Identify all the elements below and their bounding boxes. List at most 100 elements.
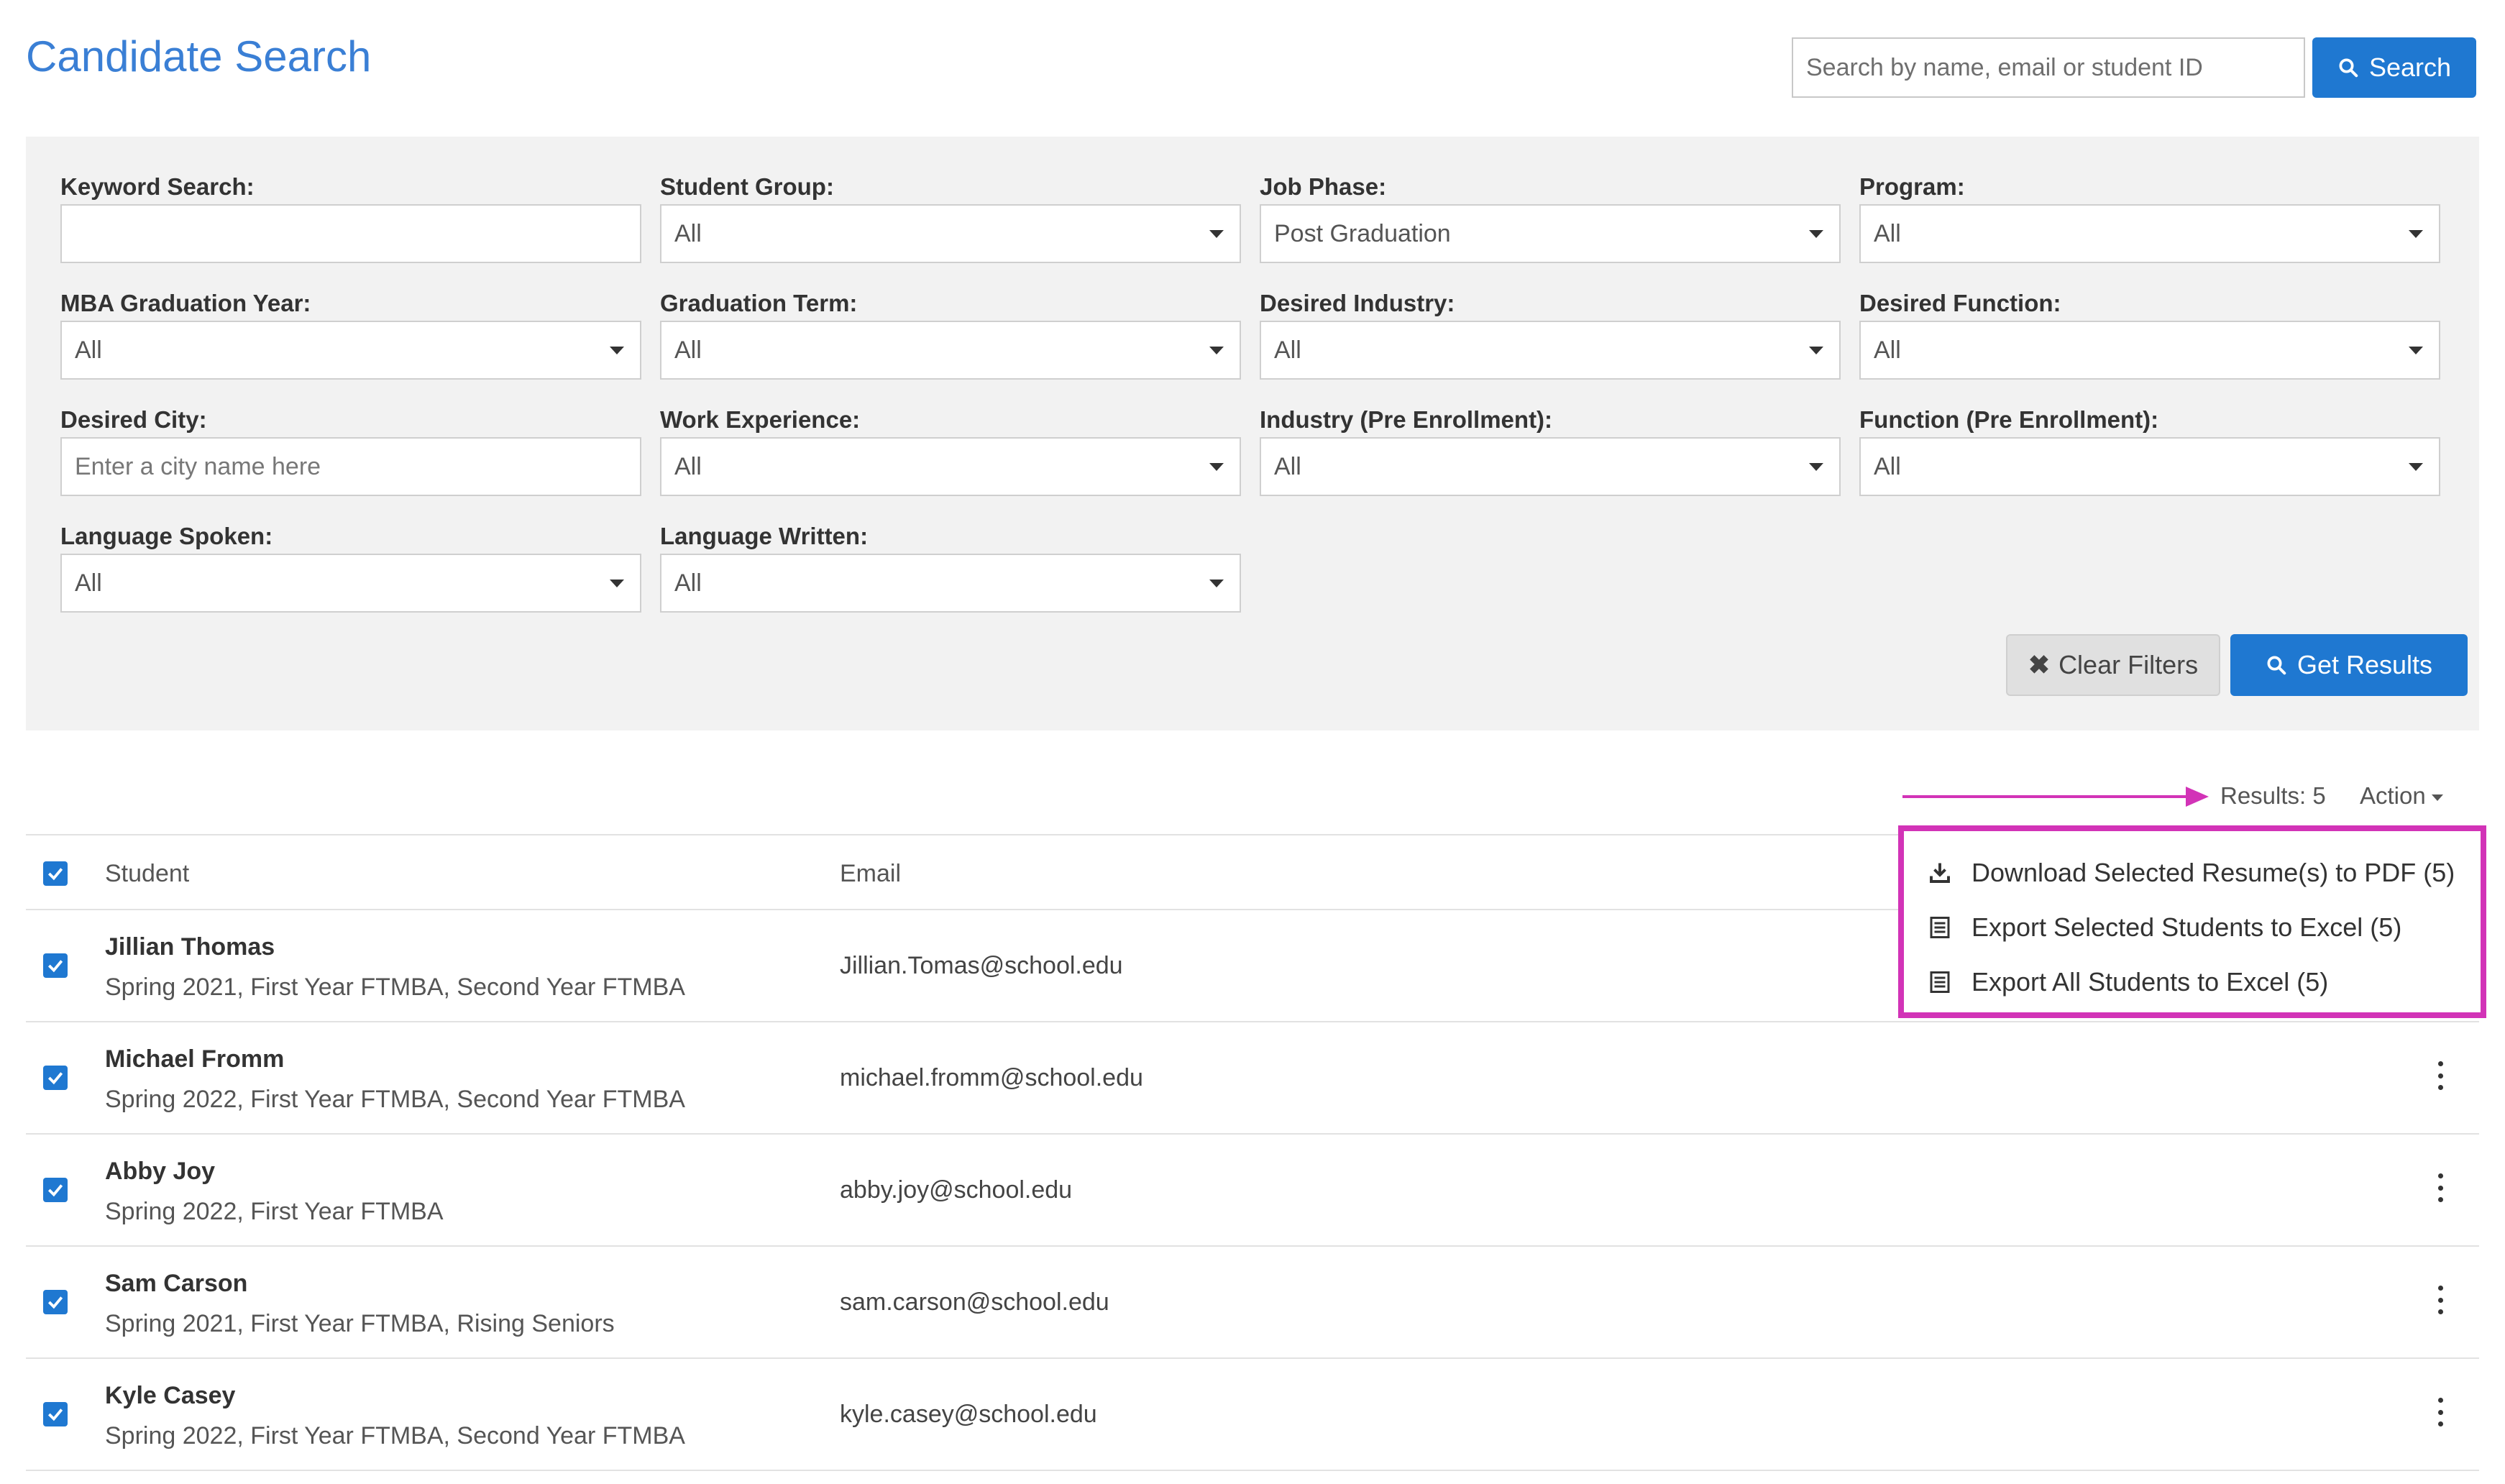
student-name[interactable]: Abby Joy (105, 1158, 215, 1186)
desired-city-placeholder: Enter a city name here (75, 452, 321, 480)
row-checkbox[interactable] (43, 1402, 68, 1426)
student-details: Spring 2022, First Year FTMBA, Second Ye… (105, 1422, 685, 1449)
more-options-icon[interactable] (2436, 1286, 2445, 1314)
chevron-down-icon (1809, 347, 1823, 354)
student-group-select[interactable]: All (660, 204, 1241, 263)
desired-city-label: Desired City: (60, 406, 207, 433)
export-selected-excel-item[interactable]: Export Selected Students to Excel (5) (1927, 906, 2401, 949)
row-checkbox[interactable] (43, 953, 68, 978)
chevron-down-icon (2409, 230, 2423, 238)
language-written-select[interactable]: All (660, 554, 1241, 613)
chevron-down-icon (1809, 463, 1823, 471)
industry-pre-field: Industry (Pre Enrollment): All (1260, 403, 1841, 496)
search-icon (2339, 58, 2358, 78)
download-resumes-pdf-item[interactable]: Download Selected Resume(s) to PDF (5) (1927, 851, 2455, 894)
filters-panel: Keyword Search: Student Group: All Job P… (26, 137, 2479, 730)
chevron-down-icon (1809, 230, 1823, 238)
clear-filters-button[interactable]: ✖ Clear Filters (2006, 634, 2220, 696)
language-spoken-value: All (75, 569, 102, 597)
industry-pre-label: Industry (Pre Enrollment): (1260, 406, 1553, 433)
desired-industry-label: Desired Industry: (1260, 290, 1455, 316)
top-search-input[interactable]: Search by name, email or student ID (1792, 37, 2305, 98)
student-name[interactable]: Jillian Thomas (105, 933, 275, 961)
table-row: Kyle Casey Spring 2022, First Year FTMBA… (26, 1359, 2479, 1471)
language-spoken-field: Language Spoken: All (60, 519, 641, 613)
spreadsheet-icon (1930, 917, 1950, 938)
row-checkbox[interactable] (43, 1290, 68, 1314)
language-written-label: Language Written: (660, 523, 869, 549)
clear-filters-label: Clear Filters (2059, 650, 2199, 679)
chevron-down-icon (1209, 347, 1224, 354)
industry-pre-select[interactable]: All (1260, 437, 1841, 496)
more-options-icon[interactable] (2436, 1173, 2445, 1202)
student-name[interactable]: Sam Carson (105, 1270, 247, 1298)
desired-city-input[interactable]: Enter a city name here (60, 437, 641, 496)
check-icon (47, 1184, 63, 1197)
more-options-icon[interactable] (2436, 1398, 2445, 1426)
program-value: All (1874, 219, 1901, 247)
grad-term-value: All (674, 336, 702, 364)
job-phase-field: Job Phase: Post Graduation (1260, 170, 1841, 263)
program-label: Program: (1859, 173, 1965, 200)
export-all-excel-label: Export All Students to Excel (5) (1972, 967, 2329, 997)
select-all-checkbox[interactable] (43, 861, 68, 886)
mba-grad-year-select[interactable]: All (60, 321, 641, 380)
student-email: michael.fromm@school.edu (840, 1064, 1143, 1091)
chevron-down-icon (2409, 347, 2423, 354)
student-details: Spring 2021, First Year FTMBA, Second Ye… (105, 974, 685, 1001)
check-icon (47, 1072, 63, 1085)
check-icon (47, 1409, 63, 1421)
work-experience-value: All (674, 452, 702, 480)
row-checkbox[interactable] (43, 1178, 68, 1202)
candidate-search-page: Candidate Search Search by name, email o… (0, 0, 2505, 1484)
job-phase-value: Post Graduation (1274, 219, 1451, 247)
check-icon (47, 1296, 63, 1309)
job-phase-select[interactable]: Post Graduation (1260, 204, 1841, 263)
student-name[interactable]: Kyle Casey (105, 1382, 235, 1410)
desired-function-value: All (1874, 336, 1901, 364)
action-dropdown[interactable]: Action (2360, 782, 2443, 810)
action-menu: Download Selected Resume(s) to PDF (5) E… (1898, 825, 2486, 1018)
function-pre-field: Function (Pre Enrollment): All (1859, 403, 2440, 496)
keyword-search-input[interactable] (60, 204, 641, 263)
more-options-icon[interactable] (2436, 1061, 2445, 1090)
grad-term-field: Graduation Term: All (660, 286, 1241, 380)
student-group-value: All (674, 219, 702, 247)
chevron-down-icon (2431, 794, 2443, 801)
keyword-search-field: Keyword Search: (60, 170, 641, 263)
table-row: Michael Fromm Spring 2022, First Year FT… (26, 1022, 2479, 1135)
student-email: abby.joy@school.edu (840, 1176, 1073, 1204)
function-pre-label: Function (Pre Enrollment): (1859, 406, 2159, 433)
student-details: Spring 2022, First Year FTMBA (105, 1198, 444, 1225)
desired-industry-select[interactable]: All (1260, 321, 1841, 380)
row-checkbox[interactable] (43, 1066, 68, 1090)
student-name[interactable]: Michael Fromm (105, 1045, 284, 1073)
table-row: Sam Carson Spring 2021, First Year FTMBA… (26, 1247, 2479, 1359)
get-results-button[interactable]: Get Results (2230, 634, 2468, 696)
chevron-down-icon (1209, 230, 1224, 238)
download-resumes-pdf-label: Download Selected Resume(s) to PDF (5) (1972, 858, 2455, 887)
language-spoken-label: Language Spoken: (60, 523, 273, 549)
work-experience-select[interactable]: All (660, 437, 1241, 496)
search-icon (2267, 656, 2286, 675)
check-icon (47, 960, 63, 973)
industry-pre-value: All (1274, 452, 1301, 480)
mba-grad-year-value: All (75, 336, 102, 364)
function-pre-select[interactable]: All (1859, 437, 2440, 496)
mba-grad-year-label: MBA Graduation Year: (60, 290, 311, 316)
program-select[interactable]: All (1859, 204, 2440, 263)
student-group-field: Student Group: All (660, 170, 1241, 263)
student-details: Spring 2021, First Year FTMBA, Rising Se… (105, 1310, 615, 1337)
work-experience-field: Work Experience: All (660, 403, 1241, 496)
close-icon: ✖ (2028, 650, 2051, 679)
desired-function-field: Desired Function: All (1859, 286, 2440, 380)
language-spoken-select[interactable]: All (60, 554, 641, 613)
action-label: Action (2360, 782, 2426, 809)
grad-term-select[interactable]: All (660, 321, 1241, 380)
desired-function-select[interactable]: All (1859, 321, 2440, 380)
page-title: Candidate Search (26, 32, 372, 81)
export-all-excel-item[interactable]: Export All Students to Excel (5) (1927, 961, 2328, 1004)
top-search-button[interactable]: Search (2312, 37, 2476, 98)
annotation-arrow (1902, 795, 2190, 798)
annotation-arrow-head (2186, 787, 2209, 807)
